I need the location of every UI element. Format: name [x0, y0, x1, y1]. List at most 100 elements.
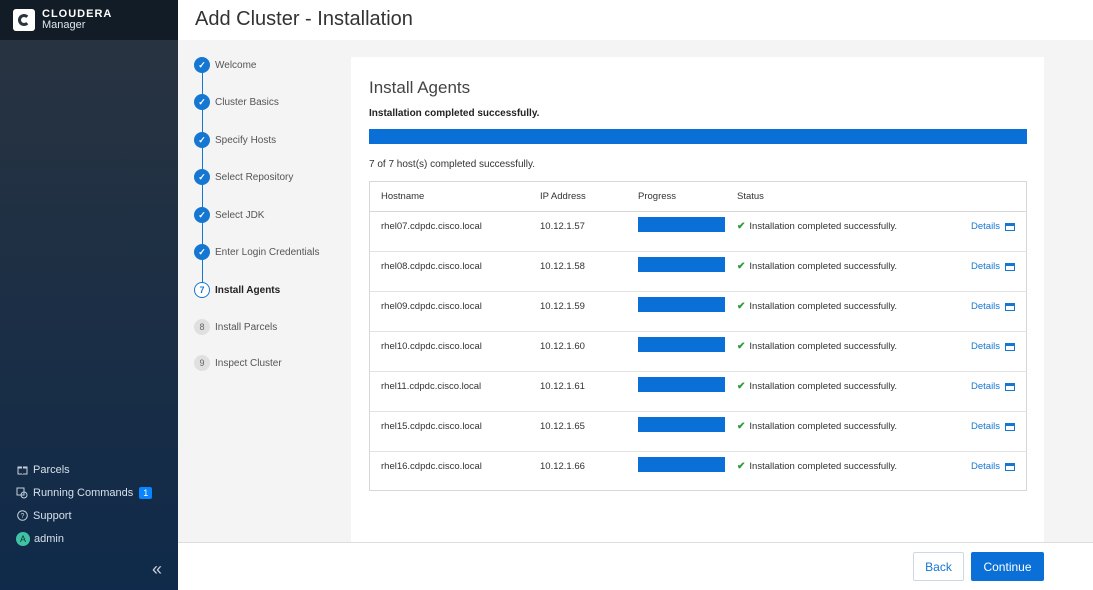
brand-product: Manager [42, 19, 86, 31]
window-icon [1005, 262, 1016, 271]
status-cell: ✔ Installation completed successfully. [737, 381, 897, 392]
step-select-jdk[interactable]: ✓ Select JDK [194, 207, 264, 223]
status-cell: ✔ Installation completed successfully. [737, 221, 897, 232]
window-icon [1005, 462, 1016, 471]
nav-user-label: admin [34, 532, 64, 545]
step-number: 8 [194, 319, 210, 335]
install-status-message: Installation completed successfully. [369, 108, 540, 119]
status-cell: ✔ Installation completed successfully. [737, 461, 897, 472]
nav-support-label: Support [33, 509, 72, 522]
page-title: Add Cluster - Installation [195, 8, 413, 30]
step-done-check-icon: ✓ [194, 244, 210, 260]
wizard-steps: ✓ Welcome ✓ Cluster Basics ✓ Specify Hos… [178, 40, 351, 542]
details-link[interactable]: Details [971, 341, 1016, 352]
status-text: Installation completed successfully. [749, 381, 898, 392]
hostname-cell: rhel15.cdpdc.cisco.local [381, 421, 482, 432]
hosts-table: Hostname IP Address Progress Status rhel… [369, 181, 1027, 491]
details-link[interactable]: Details [971, 421, 1016, 432]
brand[interactable]: CLOUDERA Manager [0, 0, 178, 40]
details-label: Details [971, 341, 1001, 352]
page-header: Add Cluster - Installation [178, 0, 1093, 40]
step-done-check-icon: ✓ [194, 94, 210, 110]
status-cell: ✔ Installation completed successfully. [737, 261, 897, 272]
running-commands-badge: 1 [139, 486, 153, 499]
status-cell: ✔ Installation completed successfully. [737, 301, 897, 312]
step-welcome[interactable]: ✓ Welcome [194, 57, 257, 73]
install-agents-panel: Install Agents Installation completed su… [351, 57, 1044, 542]
nav-parcels[interactable]: Parcels [16, 458, 152, 481]
commands-icon [16, 487, 28, 499]
nav-user[interactable]: A admin [16, 527, 152, 550]
hostname-cell: rhel10.cdpdc.cisco.local [381, 341, 482, 352]
step-label: Cluster Basics [215, 96, 279, 108]
collapse-sidebar-button[interactable]: « [152, 559, 162, 580]
check-icon: ✔ [737, 461, 746, 472]
step-cluster-basics[interactable]: ✓ Cluster Basics [194, 94, 279, 110]
check-icon: ✔ [737, 301, 746, 312]
table-row: rhel10.cdpdc.cisco.local 10.12.1.60 ✔ Ins… [370, 332, 1026, 372]
status-text: Installation completed successfully. [749, 461, 898, 472]
details-link[interactable]: Details [971, 381, 1016, 392]
hostname-cell: rhel07.cdpdc.cisco.local [381, 221, 482, 232]
details-link[interactable]: Details [971, 261, 1016, 272]
nav-running-commands[interactable]: Running Commands 1 [16, 481, 153, 504]
hostname-cell: rhel08.cdpdc.cisco.local [381, 261, 482, 272]
host-progress-bar [638, 217, 725, 232]
details-link[interactable]: Details [971, 461, 1016, 472]
status-cell: ✔ Installation completed successfully. [737, 421, 897, 432]
hostname-cell: rhel09.cdpdc.cisco.local [381, 301, 482, 312]
step-label: Select JDK [215, 209, 265, 221]
status-text: Installation completed successfully. [749, 341, 898, 352]
step-label: Install Agents [215, 284, 281, 296]
details-label: Details [971, 261, 1001, 272]
details-link[interactable]: Details [971, 221, 1016, 232]
step-enter-login-credentials[interactable]: ✓ Enter Login Credentials [194, 244, 320, 260]
host-progress-bar [638, 337, 725, 352]
svg-text:?: ? [20, 513, 24, 520]
continue-button[interactable]: Continue [971, 552, 1044, 581]
check-icon: ✔ [737, 381, 746, 392]
window-icon [1005, 342, 1016, 351]
step-done-check-icon: ✓ [194, 57, 210, 73]
hostname-cell: rhel16.cdpdc.cisco.local [381, 461, 482, 472]
panel-title: Install Agents [369, 78, 471, 97]
status-text: Installation completed successfully. [749, 421, 898, 432]
step-select-repository[interactable]: ✓ Select Repository [194, 169, 293, 185]
step-specify-hosts[interactable]: ✓ Specify Hosts [194, 132, 276, 148]
check-icon: ✔ [737, 421, 746, 432]
host-progress-bar [638, 457, 725, 472]
window-icon [1005, 422, 1016, 431]
table-header: Hostname IP Address Progress Status [370, 182, 1026, 212]
nav-parcels-label: Parcels [33, 463, 70, 476]
details-label: Details [971, 221, 1001, 232]
details-label: Details [971, 421, 1001, 432]
hosts-completed-count: 7 of 7 host(s) completed successfully. [369, 159, 535, 170]
table-row: rhel07.cdpdc.cisco.local 10.12.1.57 ✔ Ins… [370, 212, 1026, 252]
nav-running-commands-label: Running Commands [33, 486, 134, 499]
col-progress: Progress [638, 191, 677, 202]
details-label: Details [971, 381, 1001, 392]
status-text: Installation completed successfully. [749, 221, 898, 232]
window-icon [1005, 302, 1016, 311]
step-done-check-icon: ✓ [194, 207, 210, 223]
ip-cell: 10.12.1.65 [540, 421, 585, 432]
col-hostname: Hostname [381, 191, 425, 202]
host-progress-bar [638, 377, 725, 392]
overall-progress-bar [369, 129, 1027, 144]
host-progress-bar [638, 417, 725, 432]
check-icon: ✔ [737, 341, 746, 352]
details-label: Details [971, 461, 1001, 472]
step-install-agents[interactable]: 7 Install Agents [194, 282, 280, 298]
help-circle-icon: ? [16, 510, 28, 522]
nav-support[interactable]: ? Support [16, 504, 152, 527]
ip-cell: 10.12.1.57 [540, 221, 585, 232]
avatar: A [16, 531, 30, 546]
table-row: rhel08.cdpdc.cisco.local 10.12.1.58 ✔ Ins… [370, 252, 1026, 292]
status-text: Installation completed successfully. [749, 261, 898, 272]
back-button[interactable]: Back [913, 552, 964, 581]
details-label: Details [971, 301, 1001, 312]
step-done-check-icon: ✓ [194, 169, 210, 185]
details-link[interactable]: Details [971, 301, 1016, 312]
wizard-footer: Back Continue [178, 542, 1093, 590]
table-row: rhel15.cdpdc.cisco.local 10.12.1.65 ✔ Ins… [370, 412, 1026, 452]
